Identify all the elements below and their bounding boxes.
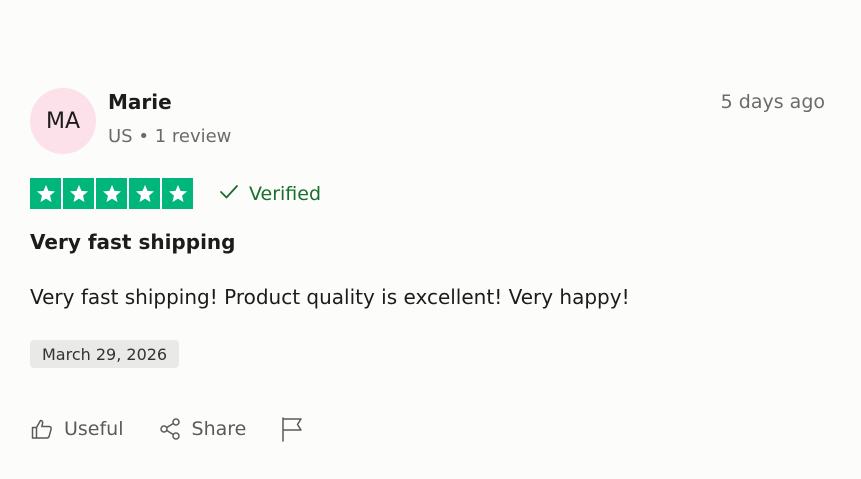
reviewer-country: US — [108, 126, 133, 147]
flag-icon — [280, 416, 304, 442]
avatar[interactable]: MA — [30, 88, 96, 154]
reviewer-name[interactable]: Marie — [108, 90, 172, 114]
useful-label: Useful — [64, 418, 124, 440]
verified-label: Verified — [249, 182, 322, 205]
review-date-badge: March 29, 2026 — [30, 340, 180, 368]
report-button[interactable] — [280, 416, 304, 442]
reviewer-meta: US • 1 review — [108, 126, 231, 147]
review-body: Very fast shipping! Product quality is e… — [30, 285, 630, 309]
meta-separator: • — [138, 126, 149, 147]
star-icon — [96, 178, 127, 209]
star-icon — [129, 178, 160, 209]
thumbs-up-icon — [30, 417, 54, 441]
share-button[interactable]: Share — [158, 417, 247, 441]
share-icon — [158, 417, 182, 441]
review-title: Very fast shipping — [30, 230, 236, 254]
share-label: Share — [191, 418, 247, 440]
star-icon — [162, 178, 193, 209]
review-time-ago: 5 days ago — [720, 91, 825, 113]
verified-badge[interactable]: Verified — [219, 183, 321, 205]
checkmark-icon — [219, 184, 239, 204]
rating-row: Verified — [30, 177, 321, 210]
star-rating — [30, 178, 193, 209]
star-icon — [30, 178, 61, 209]
review-actions: Useful Share — [30, 414, 338, 444]
star-icon — [63, 178, 94, 209]
review-header: MA Marie US • 1 review 5 days ago — [30, 88, 825, 154]
reviewer-review-count: 1 review — [154, 126, 232, 147]
review-card: MA Marie US • 1 review 5 days ago Verifi… — [30, 88, 825, 458]
useful-button[interactable]: Useful — [30, 417, 124, 441]
